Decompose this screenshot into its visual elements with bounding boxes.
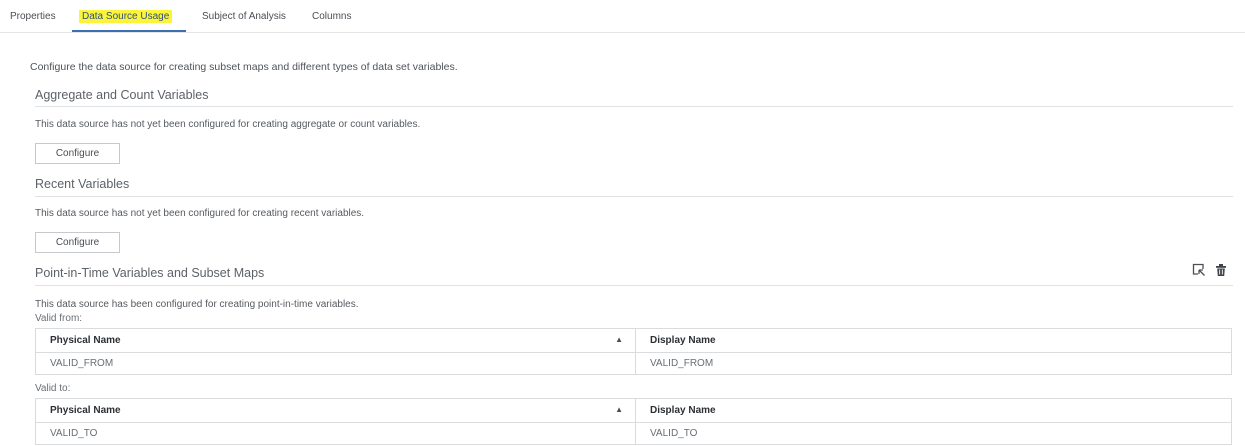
cell-display-name: VALID_TO [635,422,1232,445]
table-row[interactable]: VALID_FROM VALID_FROM [35,352,1232,375]
column-header-label: Physical Name [50,335,121,346]
recent-divider [35,196,1233,197]
tab-subject-of-analysis[interactable]: Subject of Analysis [202,11,286,22]
pit-section-title: Point-in-Time Variables and Subset Maps [35,266,265,280]
column-header-display-name[interactable]: Display Name [635,328,1232,353]
sort-ascending-icon[interactable]: ▲ [615,405,623,414]
tab-data-source-usage-label: Data Source Usage [79,10,173,23]
tab-columns[interactable]: Columns [312,11,351,22]
table-header-row: Physical Name ▲ Display Name [35,328,1232,353]
trash-icon[interactable] [1214,263,1228,277]
column-header-physical-name[interactable]: Physical Name ▲ [35,398,636,423]
column-header-physical-name[interactable]: Physical Name ▲ [35,328,636,353]
valid-to-table: Physical Name ▲ Display Name VALID_TO VA… [35,398,1232,445]
valid-from-label: Valid from: [35,313,83,324]
intro-text: Configure the data source for creating s… [30,61,458,73]
column-header-label: Display Name [650,335,716,346]
tab-properties[interactable]: Properties [10,11,56,22]
pit-divider [35,285,1233,286]
recent-description: This data source has not yet been config… [35,208,365,219]
table-row[interactable]: VALID_TO VALID_TO [35,422,1232,445]
trash-icon-graphic [1216,264,1226,276]
cell-physical-name: VALID_FROM [35,352,636,375]
tab-bar: Properties Data Source Usage Subject of … [0,0,1245,33]
edit-select-icon-graphic [1192,263,1205,276]
active-tab-underline [72,30,186,32]
column-header-label: Display Name [650,405,716,416]
valid-to-label: Valid to: [35,383,71,394]
column-header-display-name[interactable]: Display Name [635,398,1232,423]
configure-recent-button[interactable]: Configure [35,232,120,253]
aggregate-section-title: Aggregate and Count Variables [35,88,209,102]
tab-data-source-usage[interactable]: Data Source Usage [79,10,173,23]
pit-description: This data source has been configured for… [35,299,359,310]
recent-section-title: Recent Variables [35,177,130,191]
column-header-label: Physical Name [50,405,121,416]
valid-from-table: Physical Name ▲ Display Name VALID_FROM … [35,328,1232,375]
configure-aggregate-button[interactable]: Configure [35,143,120,164]
edit-select-icon[interactable] [1192,263,1206,277]
sort-ascending-icon[interactable]: ▲ [615,335,623,344]
aggregate-divider [35,106,1233,107]
aggregate-description: This data source has not yet been config… [35,119,421,130]
cell-physical-name: VALID_TO [35,422,636,445]
table-header-row: Physical Name ▲ Display Name [35,398,1232,423]
cell-display-name: VALID_FROM [635,352,1232,375]
